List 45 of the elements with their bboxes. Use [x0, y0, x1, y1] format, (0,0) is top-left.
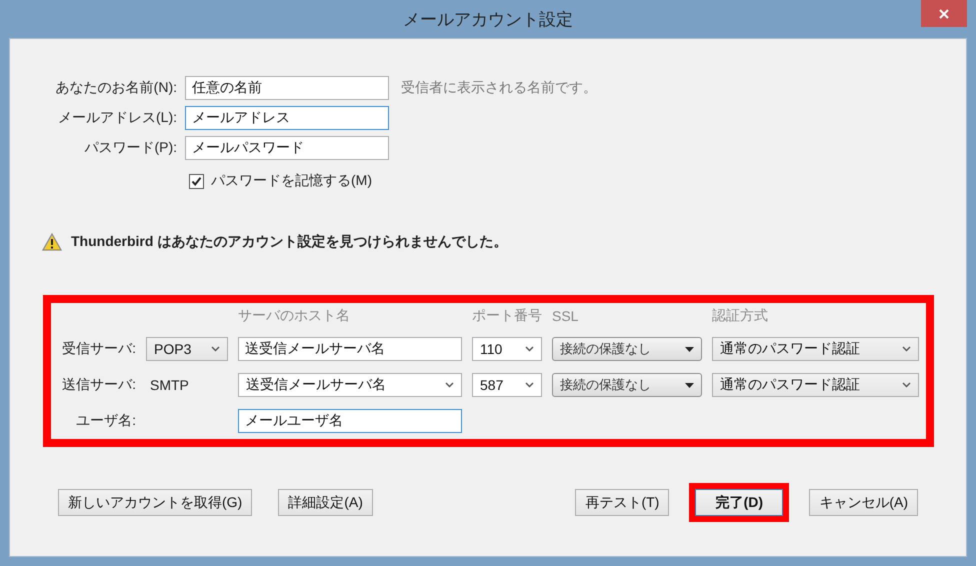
close-button[interactable]: [921, 0, 967, 27]
dialog-button[interactable]: 新しいアカウントを取得(G): [58, 489, 252, 516]
host-combobox[interactable]: 送受信メールサーバ名: [238, 373, 462, 397]
checkbox[interactable]: [189, 174, 204, 188]
host-field[interactable]: 送受信メールサーバ名: [238, 337, 462, 361]
port-combobox[interactable]: 587: [472, 373, 542, 397]
caret-down-icon: [685, 382, 694, 388]
chevron-down-icon: [525, 346, 534, 352]
chevron-down-icon: [445, 382, 454, 388]
dialog-button[interactable]: 完了(D): [695, 489, 784, 516]
username-label: ユーザ名:: [75, 412, 136, 430]
dialog-button[interactable]: 再テスト(T): [575, 489, 670, 516]
auth-select[interactable]: 通常のパスワード認証: [712, 373, 919, 397]
protocol-select[interactable]: POP3: [146, 337, 228, 361]
protocol-label: SMTP: [149, 377, 190, 393]
input-field[interactable]: メールアドレス: [185, 106, 389, 130]
server-label: 送信サーバ:: [61, 376, 136, 394]
dialog-button[interactable]: 詳細設定(A): [278, 489, 373, 516]
column-header: SSL: [552, 308, 580, 324]
field-label: パスワード(P):: [83, 139, 177, 157]
input-field[interactable]: 任意の名前: [185, 76, 389, 100]
chevron-down-icon: [902, 346, 911, 352]
input-field[interactable]: メールパスワード: [185, 136, 389, 160]
field-hint: 受信者に表示される名前です。: [401, 79, 598, 97]
column-header: サーバのホスト名: [238, 307, 351, 325]
auth-select[interactable]: 通常のパスワード認証: [712, 337, 919, 361]
field-label: あなたのお名前(N):: [54, 79, 177, 97]
username-field[interactable]: メールユーザ名: [238, 409, 462, 433]
warning-message: Thunderbird はあなたのアカウント設定を見つけられませんでした。: [71, 233, 508, 251]
checkbox-label[interactable]: パスワードを記憶する(M): [211, 172, 372, 190]
port-combobox[interactable]: 110: [472, 337, 542, 361]
chevron-down-icon: [525, 382, 534, 388]
window-title: メールアカウント設定: [403, 8, 573, 30]
server-label: 受信サーバ:: [61, 340, 136, 358]
column-header: 認証方式: [712, 307, 769, 325]
caret-down-icon: [685, 346, 694, 352]
ssl-dropdown[interactable]: 接続の保護なし: [552, 337, 702, 361]
dialog-button[interactable]: キャンセル(A): [809, 489, 918, 516]
ssl-dropdown[interactable]: 接続の保護なし: [552, 373, 702, 397]
column-header: ポート番号: [472, 307, 542, 325]
field-label: メールアドレス(L):: [57, 109, 177, 127]
warning-icon: [42, 233, 62, 251]
chevron-down-icon: [902, 382, 911, 388]
close-icon: [939, 8, 949, 18]
chevron-down-icon: [211, 346, 220, 352]
